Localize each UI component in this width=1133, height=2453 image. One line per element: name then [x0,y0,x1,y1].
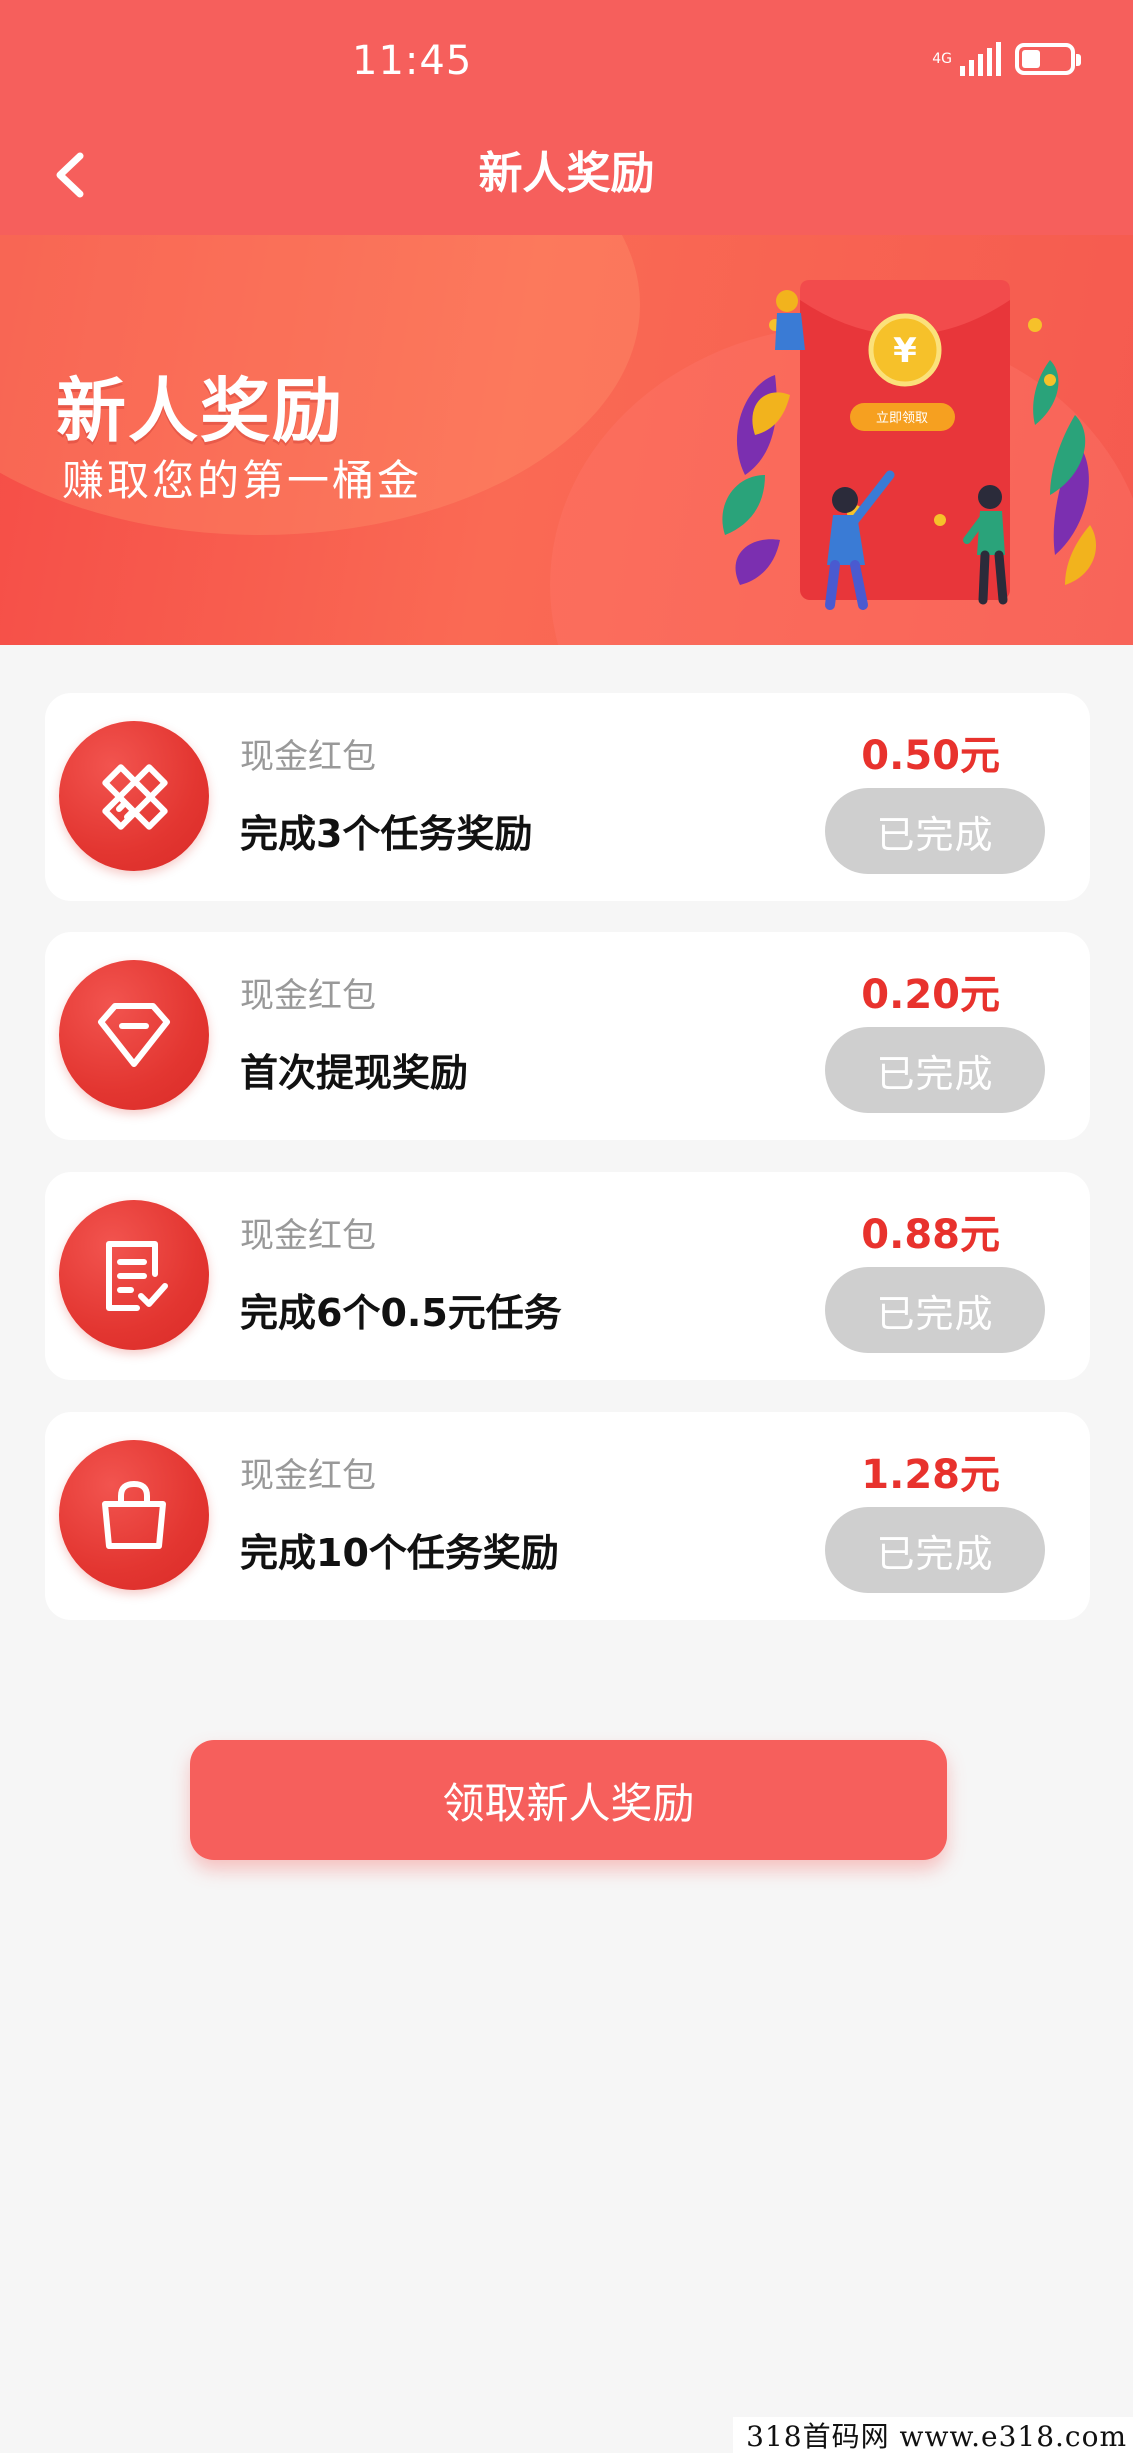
diamond-icon [59,960,209,1110]
reward-type: 现金红包 [240,1456,376,1496]
banner-title: 新人奖励 [56,370,344,452]
envelope-claim-label: 立即领取 [876,411,928,426]
network-label: 4G [932,51,952,67]
red-envelope-illustration: ¥ 立即领取 [722,280,1097,610]
reward-amount: 0.50元 [861,733,1000,779]
reward-title: 完成3个任务奖励 [240,812,533,856]
reward-title: 完成10个任务奖励 [240,1531,559,1575]
status-time: 11:45 [352,38,473,84]
signal-icon [960,42,1001,76]
reward-title: 完成6个0.5元任务 [240,1291,562,1335]
reward-amount: 0.88元 [861,1212,1000,1258]
svg-text:¥: ¥ [893,331,917,371]
completed-button[interactable]: 已完成 [825,1267,1045,1353]
reward-type: 现金红包 [240,737,376,777]
status-icons: 4G [932,42,1081,76]
nav-bar: 新人奖励 [0,105,1133,235]
completed-button[interactable]: 已完成 [825,1027,1045,1113]
reward-amount: 1.28元 [861,1452,1000,1498]
reward-card: 现金红包 完成3个任务奖励 0.50元 已完成 [45,693,1090,901]
reward-card: 现金红包 完成10个任务奖励 1.28元 已完成 [45,1412,1090,1620]
checklist-icon [59,1200,209,1350]
reward-card: 现金红包 完成6个0.5元任务 0.88元 已完成 [45,1172,1090,1380]
page-title: 新人奖励 [478,148,655,199]
reward-title: 首次提现奖励 [240,1051,469,1095]
promo-banner: 新人奖励 赚取您的第一桶金 ¥ 立即领取 [0,235,1133,645]
reward-amount: 0.20元 [861,972,1000,1018]
reward-type: 现金红包 [240,976,376,1016]
reward-type: 现金红包 [240,1216,376,1256]
completed-button[interactable]: 已完成 [825,788,1045,874]
pencil-ruler-icon [59,721,209,871]
watermark: 318首码网 www.e318.com [733,2417,1133,2453]
completed-button[interactable]: 已完成 [825,1507,1045,1593]
battery-icon [1015,43,1081,75]
reward-card: 现金红包 首次提现奖励 0.20元 已完成 [45,932,1090,1140]
banner-subtitle: 赚取您的第一桶金 [62,456,423,505]
shopping-bag-icon [59,1440,209,1590]
claim-reward-button[interactable]: 领取新人奖励 [190,1740,947,1860]
